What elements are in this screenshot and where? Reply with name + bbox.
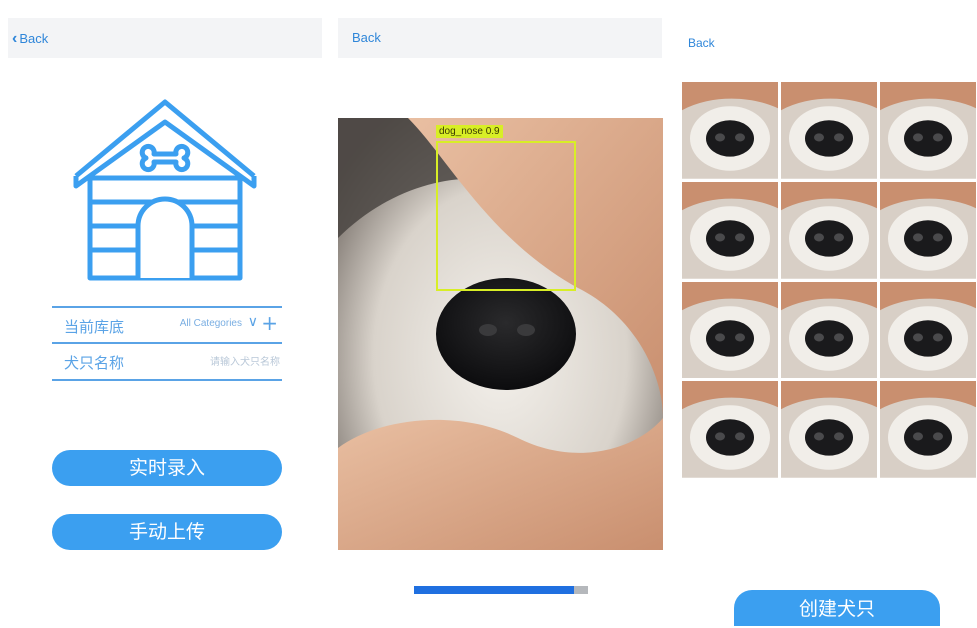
doghouse-icon bbox=[73, 99, 257, 281]
back-label: Back bbox=[688, 36, 715, 50]
nose-thumbnail[interactable] bbox=[781, 281, 877, 379]
nose-thumbnail[interactable] bbox=[682, 381, 778, 478]
nose-thumbnail[interactable] bbox=[781, 381, 877, 478]
dog-registration-panel: ‹ Back 当前库底 All Categories ∨ + 犬只名称 请输入犬只… bbox=[0, 0, 330, 626]
dog-name-row[interactable]: 犬只名称 请输入犬只名称 bbox=[52, 342, 282, 380]
nose-gallery-panel: Back 创建犬只 bbox=[672, 0, 977, 626]
chevron-down-icon[interactable]: ∨ bbox=[248, 314, 258, 330]
back-button[interactable]: ‹ Back bbox=[12, 30, 48, 48]
plus-icon[interactable]: + bbox=[261, 311, 278, 335]
nav-bar bbox=[8, 18, 322, 58]
upload-progress-fill bbox=[414, 586, 575, 594]
chevron-left-icon: ‹ bbox=[12, 30, 18, 47]
back-label: Back bbox=[352, 30, 381, 45]
dog-name-input[interactable]: 请输入犬只名称 bbox=[210, 353, 280, 368]
nose-thumbnail[interactable] bbox=[682, 281, 778, 379]
library-label: 当前库底 bbox=[64, 318, 125, 336]
nav-bar bbox=[338, 18, 662, 58]
detection-label: dog_nose 0.9 bbox=[436, 125, 503, 138]
nose-thumbnail[interactable] bbox=[880, 82, 976, 179]
nose-thumbnail-grid bbox=[682, 82, 976, 478]
nose-thumbnail[interactable] bbox=[781, 181, 877, 279]
back-label: Back bbox=[19, 31, 49, 46]
nose-thumbnail[interactable] bbox=[682, 82, 778, 179]
divider bbox=[52, 379, 282, 381]
back-button[interactable]: Back bbox=[688, 36, 715, 50]
nose-thumbnail[interactable] bbox=[880, 381, 976, 478]
create-dog-button[interactable]: 创建犬只 bbox=[734, 590, 940, 626]
back-button[interactable]: Back bbox=[352, 30, 381, 45]
detection-box bbox=[436, 141, 576, 291]
library-row[interactable]: 当前库底 All Categories ∨ + bbox=[52, 306, 282, 344]
nose-thumbnail[interactable] bbox=[781, 82, 877, 179]
realtime-entry-button[interactable]: 实时录入 bbox=[52, 450, 282, 486]
nose-thumbnail[interactable] bbox=[880, 181, 976, 279]
detection-panel: Back dog_nose 0.9 bbox=[330, 0, 670, 626]
nose-thumbnail[interactable] bbox=[880, 281, 976, 379]
nose-thumbnail[interactable] bbox=[682, 181, 778, 279]
manual-upload-button[interactable]: 手动上传 bbox=[52, 514, 282, 550]
upload-progress-bar bbox=[414, 586, 588, 594]
library-select[interactable]: All Categories bbox=[180, 318, 242, 329]
dog-name-label: 犬只名称 bbox=[64, 354, 125, 372]
